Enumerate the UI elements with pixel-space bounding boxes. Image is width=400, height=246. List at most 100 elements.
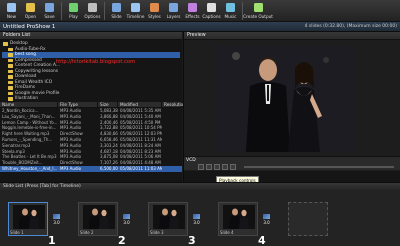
empty-slide-slot[interactable]: [288, 202, 328, 236]
styles-icon: [150, 3, 159, 12]
slide-thumbnail[interactable]: Slide 1: [8, 202, 48, 236]
transition-icon: [53, 214, 60, 219]
slide-thumbnail[interactable]: Slide 3: [148, 202, 188, 236]
toolbar-styles-button[interactable]: Styles: [145, 0, 164, 22]
folder-icon: [8, 53, 13, 57]
toolbar-effects-button[interactable]: Effects: [183, 0, 202, 22]
playback-progress-track[interactable]: [244, 166, 394, 168]
save-icon: [45, 3, 54, 12]
end-button[interactable]: [230, 164, 236, 170]
rewind-button[interactable]: [198, 164, 204, 170]
toolbar-save-button[interactable]: Save: [40, 0, 59, 22]
toolbar-slide-button[interactable]: Slide: [107, 0, 126, 22]
toolbar-button-label: Captions: [202, 14, 221, 19]
toolbar-open-button[interactable]: Open: [21, 0, 40, 22]
folder-icon: [8, 80, 13, 84]
stop-button[interactable]: [206, 164, 212, 170]
file-cell: [162, 166, 182, 172]
duration-value: 3.0: [53, 220, 60, 225]
duration-value: 3.0: [193, 220, 200, 225]
folder-icon: [3, 42, 8, 46]
transition-duration[interactable]: 3.0: [192, 214, 201, 225]
file-cell: 05/08/2011 11:03 AM: [120, 165, 162, 171]
main-toolbar: New Open Save Play Options Slide Timeline Style…: [0, 0, 400, 22]
folder-icon: [8, 86, 13, 90]
toolbar-button-label: Open: [24, 14, 37, 19]
folder-icon: [8, 47, 13, 51]
column-header[interactable]: Name: [0, 102, 58, 107]
timeline-icon: [131, 3, 140, 12]
preview-panel: Preview VCD: [183, 32, 400, 182]
open-icon: [26, 3, 35, 12]
folder-icon: [8, 64, 13, 68]
slide-number: 4: [258, 234, 266, 246]
column-header[interactable]: File Type: [58, 102, 98, 107]
duration-value: 3.0: [263, 220, 270, 225]
column-header[interactable]: Modified: [118, 102, 162, 107]
column-header[interactable]: Size: [98, 102, 118, 107]
toolbar-layers-button[interactable]: Layers: [164, 0, 183, 22]
new-icon: [7, 3, 16, 12]
slide-label: Slide 4: [220, 230, 234, 235]
transition-duration[interactable]: 3.0: [122, 214, 131, 225]
slide-label: Slide 2: [80, 230, 94, 235]
toolbar-button-label: Slide: [111, 14, 122, 19]
toolbar-button-label: Music: [224, 14, 237, 19]
folders-panel: Folders List Desktop Audio-Tube-Rx best so…: [0, 32, 182, 102]
transition-duration[interactable]: 3.0: [262, 214, 271, 225]
toolbar-button-label: Save: [44, 14, 55, 19]
show-title-bar: Untitled ProShow 1 4 slides (0:32.80), (…: [0, 22, 400, 32]
toolbar-button-label: New: [6, 14, 17, 19]
toolbar-music-button[interactable]: Music: [221, 0, 240, 22]
transition-duration[interactable]: 3.0: [52, 214, 61, 225]
folder-tree: Desktop Audio-Tube-Rx best song Compressed C…: [0, 40, 182, 103]
slide-image: [223, 205, 255, 229]
toolbar-play-button[interactable]: Play: [64, 0, 83, 22]
couple-photo: [216, 46, 354, 152]
toolbar-button-label: Play: [69, 14, 78, 19]
slide-label: Slide 3: [150, 230, 164, 235]
toolbar-button-label: Styles: [148, 14, 161, 19]
files-panel: Name File Type Size Modified Resolution 2_No…: [0, 102, 186, 182]
playback-control-bar: VCD: [184, 156, 400, 170]
forward-button[interactable]: [222, 164, 228, 170]
toolbar-options-button[interactable]: Options: [83, 0, 102, 22]
create-output-icon: [253, 3, 263, 12]
duration-value: 3.0: [123, 220, 130, 225]
file-cell: MP3 Audio: [60, 165, 82, 171]
slide-list: Slide 1 3.0 1 Slide 2 3.0 2 Slide 3 3.0 3 Slide 4…: [0, 190, 400, 246]
slide-number: 2: [118, 234, 126, 246]
file-cell: Whitney_Houston_-_And_I...: [2, 165, 58, 171]
slide-thumbnail[interactable]: Slide 4: [218, 202, 258, 236]
slide-image: [83, 205, 115, 229]
options-icon: [88, 3, 97, 12]
folders-header: Folders List: [0, 32, 182, 40]
toolbar-separator: [104, 2, 105, 20]
show-info: 4 slides (0:32.80), (Maximum size 00:00): [304, 24, 397, 29]
preview-header: Preview: [184, 32, 400, 40]
play-button[interactable]: [214, 164, 220, 170]
toolbar-separator: [61, 2, 62, 20]
layers-icon: [169, 3, 178, 12]
toolbar-button-label: Timeline: [126, 14, 145, 19]
show-title: Untitled ProShow 1: [3, 23, 56, 30]
file-row[interactable]: Whitney_Houston_-_And_I... MP3 Audio 6,500…: [0, 165, 182, 172]
folder-item[interactable]: Illustration: [2, 96, 180, 102]
toolbar-button-label: Options: [84, 14, 101, 19]
slide-thumbnail[interactable]: Slide 2: [78, 202, 118, 236]
column-header[interactable]: Resolution: [162, 102, 186, 107]
toolbar-new-button[interactable]: New: [2, 0, 21, 22]
toolbar-captions-button[interactable]: Captions: [202, 0, 221, 22]
captions-icon: [207, 3, 216, 12]
blog-watermark: http://hitorikitab.blogspot.com: [56, 59, 136, 65]
output-format-label: VCD: [186, 158, 196, 163]
folder-icon: [8, 97, 13, 101]
toolbar-create-output-button[interactable]: Create Output: [243, 0, 273, 22]
toolbar-timeline-button[interactable]: Timeline: [126, 0, 145, 22]
file-cell: 6,500,000: [100, 165, 118, 171]
folder-icon: [8, 69, 13, 73]
file-list: 2_Nordin_Kocica...MP3 Audio5,083,38504/0…: [0, 108, 182, 172]
folder-icon: [8, 91, 13, 95]
play-icon: [69, 3, 78, 12]
slide-number: 1: [48, 234, 56, 246]
